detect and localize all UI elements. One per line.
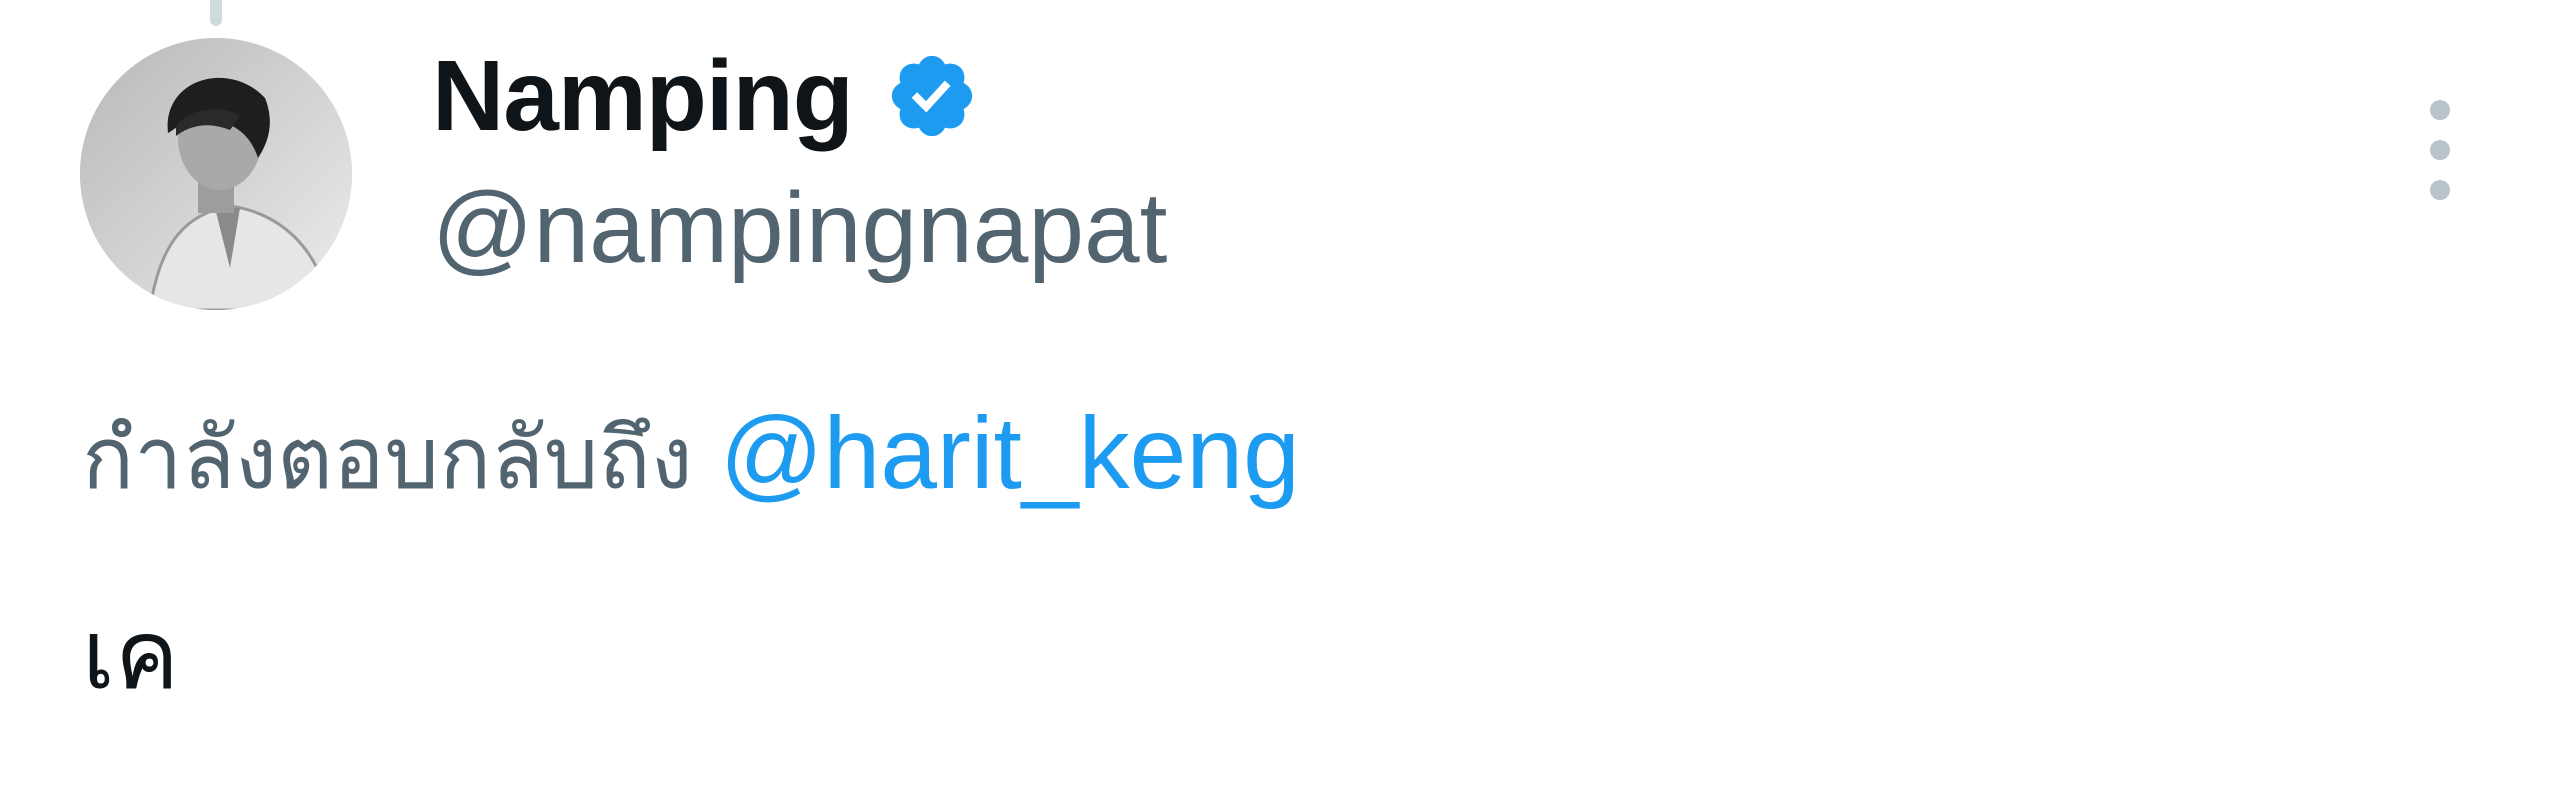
- thread-connector-line: [210, 0, 222, 26]
- author-display-name[interactable]: Namping: [432, 46, 854, 146]
- avatar-photo: [80, 38, 352, 310]
- reply-context: กำลังตอบกลับถึง @harit_keng: [82, 392, 1300, 514]
- tweet-header: Namping @nampingnapat: [432, 36, 1167, 278]
- more-dot: [2430, 140, 2450, 160]
- verified-badge-icon[interactable]: [885, 49, 979, 143]
- author-avatar[interactable]: [80, 38, 352, 310]
- name-row: Namping: [432, 36, 1167, 156]
- author-handle[interactable]: @nampingnapat: [432, 178, 1167, 278]
- more-dot: [2430, 180, 2450, 200]
- more-dot: [2430, 100, 2450, 120]
- tweet-text: เค: [82, 599, 180, 711]
- reply-mention-link[interactable]: @harit_keng: [720, 396, 1300, 510]
- more-vertical-icon[interactable]: [2410, 100, 2470, 200]
- reply-prefix: กำลังตอบกลับถึง: [82, 409, 693, 509]
